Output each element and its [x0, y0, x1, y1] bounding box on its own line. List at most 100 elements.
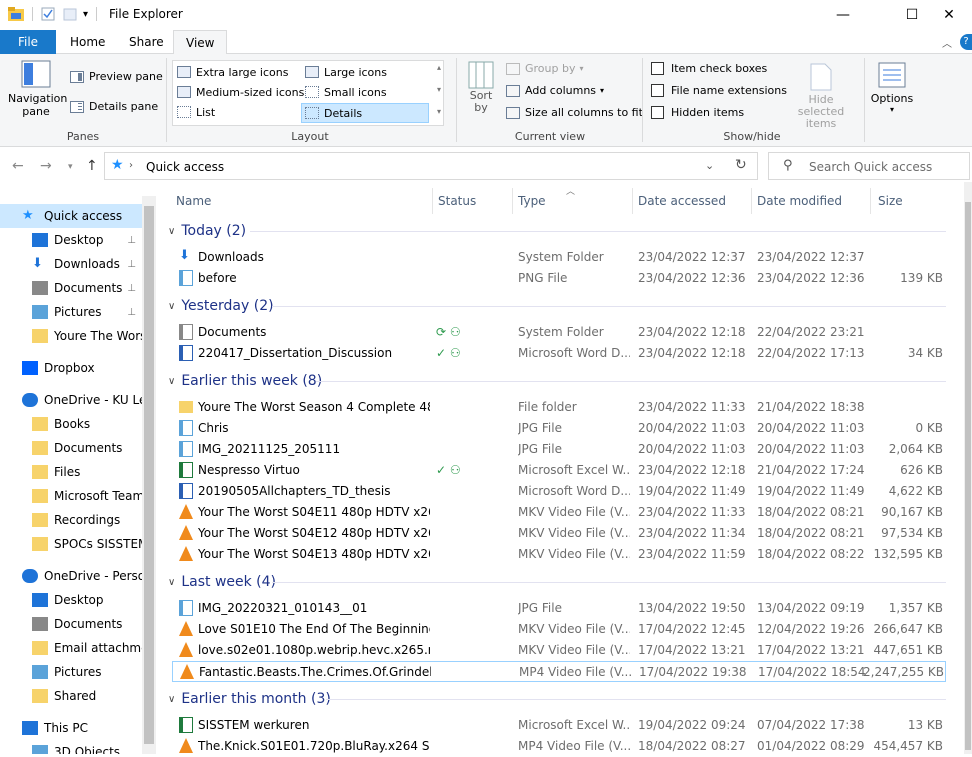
file-row[interactable]: ⬇ Downloads System Folder 23/04/2022 12:37 2…: [172, 247, 946, 268]
sidebar-scrollbar-thumb[interactable]: [144, 206, 154, 744]
sidebar-item[interactable]: OneDrive - KU Leu: [0, 388, 142, 412]
tab-file[interactable]: File: [0, 30, 56, 54]
group-header[interactable]: ∨ Earlier this week (8): [168, 370, 322, 392]
sidebar-item[interactable]: Email attachmer: [0, 636, 142, 660]
layout-small-icons[interactable]: Small icons: [305, 83, 429, 101]
sidebar-item[interactable]: ★ Quick access: [0, 204, 142, 228]
group-header[interactable]: ∨ Today (2): [168, 220, 246, 242]
sidebar-item[interactable]: 3D Objects: [0, 740, 142, 754]
details-pane-button[interactable]: Details pane: [70, 100, 158, 113]
sidebar-item[interactable]: Recordings: [0, 508, 142, 532]
hide-selected-items-button[interactable]: Hide selected items: [784, 62, 858, 130]
column-divider[interactable]: [870, 188, 871, 214]
sort-by-button[interactable]: Sort by: [466, 60, 496, 114]
options-button[interactable]: Options ▾: [870, 62, 914, 114]
back-arrow-icon[interactable]: ←: [12, 158, 24, 174]
pin-icon[interactable]: ⊥: [127, 283, 136, 294]
close-button[interactable]: ✕: [926, 0, 972, 30]
preview-pane-button[interactable]: Preview pane: [70, 70, 163, 83]
new-folder-icon[interactable]: [63, 7, 77, 21]
file-row[interactable]: Your The Worst S04E12 480p HDTV x264 MKV …: [172, 523, 946, 544]
column-header-status[interactable]: Status: [438, 194, 476, 208]
sidebar-item[interactable]: ⬇ Downloads ⊥: [0, 252, 142, 276]
sidebar-item[interactable]: Documents: [0, 612, 142, 636]
column-header-date-accessed[interactable]: Date accessed: [638, 194, 726, 208]
sidebar-item[interactable]: Shared: [0, 684, 142, 708]
file-row[interactable]: Love S01E10 The End Of The Beginning (1.…: [172, 619, 946, 640]
address-path[interactable]: Quick access: [146, 160, 224, 174]
sidebar-item[interactable]: SPOCs SISSTEM: [0, 532, 142, 556]
file-row[interactable]: IMG_20220321_010143__01 JPG File 13/04/202…: [172, 598, 946, 619]
group-header[interactable]: ∨ Last week (4): [168, 571, 276, 593]
help-icon[interactable]: ?: [960, 34, 972, 50]
file-list-scrollbar-thumb[interactable]: [965, 202, 971, 750]
file-row[interactable]: Documents ⟳ ⚇ System Folder 23/04/2022 12:1…: [172, 322, 946, 343]
refresh-icon[interactable]: ↻: [735, 157, 747, 173]
minimize-button[interactable]: —: [820, 0, 866, 30]
sidebar-item[interactable]: Desktop: [0, 588, 142, 612]
layout-list[interactable]: List: [177, 103, 301, 121]
sidebar-item[interactable]: Pictures ⊥: [0, 300, 142, 324]
file-name-extensions-toggle[interactable]: File name extensions: [651, 84, 787, 97]
file-row[interactable]: Your The Worst S04E11 480p HDTV x264 MKV …: [172, 502, 946, 523]
group-header[interactable]: ∨ Earlier this month (3): [168, 688, 331, 710]
collapse-group-chevron-icon[interactable]: ∨: [168, 376, 175, 387]
file-row[interactable]: love.s02e01.1080p.webrip.hevc.x265.rmte.…: [172, 640, 946, 661]
add-columns-button[interactable]: Add columns ▾: [506, 84, 604, 97]
file-row[interactable]: Your The Worst S04E13 480p HDTV x264 MKV …: [172, 544, 946, 565]
customize-toolbar-chevron-icon[interactable]: ▾: [83, 9, 88, 20]
file-name-extensions-checkbox[interactable]: [651, 84, 664, 97]
sidebar-item[interactable]: Pictures: [0, 660, 142, 684]
breadcrumb-separator-icon[interactable]: ›: [129, 160, 133, 171]
file-row[interactable]: before PNG File 23/04/2022 12:36 23/04/2022…: [172, 268, 946, 289]
tab-view[interactable]: View: [173, 30, 228, 55]
file-row[interactable]: 220417_Dissertation_Discussion ✓ ⚇ Microso…: [172, 343, 946, 364]
item-check-boxes-toggle[interactable]: Item check boxes: [651, 62, 767, 75]
item-check-boxes-checkbox[interactable]: [651, 62, 664, 75]
file-row[interactable]: Fantastic.Beasts.The.Crimes.Of.Grindelwa…: [172, 661, 946, 682]
hidden-items-checkbox[interactable]: [651, 106, 664, 119]
column-header-size[interactable]: Size: [878, 194, 903, 208]
address-bar[interactable]: ★ › Quick access ⌄ ↻: [104, 152, 758, 180]
column-header-date-modified[interactable]: Date modified: [757, 194, 842, 208]
file-row[interactable]: Chris JPG File 20/04/2022 11:03 20/04/2022 …: [172, 418, 946, 439]
collapse-group-chevron-icon[interactable]: ∨: [168, 694, 175, 705]
sidebar-item[interactable]: Books: [0, 412, 142, 436]
sidebar-item[interactable]: Microsoft Teams: [0, 484, 142, 508]
sidebar-item[interactable]: OneDrive - Persor: [0, 564, 142, 588]
address-dropdown-icon[interactable]: ⌄: [705, 159, 714, 172]
collapse-group-chevron-icon[interactable]: ∨: [168, 301, 175, 312]
file-row[interactable]: Nespresso Virtuo ✓ ⚇ Microsoft Excel W... 2…: [172, 460, 946, 481]
up-arrow-icon[interactable]: ↑: [86, 158, 98, 174]
recent-locations-chevron-icon[interactable]: ▾: [68, 162, 73, 172]
column-header-name[interactable]: Name: [176, 194, 211, 208]
sidebar-item[interactable]: Documents ⊥: [0, 276, 142, 300]
file-row[interactable]: Youre The Worst Season 4 Complete 480...…: [172, 397, 946, 418]
hidden-items-toggle[interactable]: Hidden items: [651, 106, 744, 119]
layout-large-icons[interactable]: Large icons: [305, 63, 429, 81]
collapse-group-chevron-icon[interactable]: ∨: [168, 577, 175, 588]
collapse-ribbon-icon[interactable]: ︿: [942, 35, 952, 50]
column-divider[interactable]: [751, 188, 752, 214]
tab-share[interactable]: Share: [117, 30, 176, 54]
collapse-group-chevron-icon[interactable]: ∨: [168, 226, 175, 237]
group-by-button[interactable]: Group by ▾: [506, 62, 584, 75]
file-row[interactable]: SISSTEM werkuren Microsoft Excel W... 19/0…: [172, 715, 946, 736]
sidebar-item[interactable]: Documents: [0, 436, 142, 460]
layout-more-icon[interactable]: ▾: [437, 107, 441, 116]
layout-scroll-down-icon[interactable]: ▾: [437, 85, 441, 94]
group-header[interactable]: ∨ Yesterday (2): [168, 295, 274, 317]
column-header-type[interactable]: Type: [518, 194, 546, 208]
properties-icon[interactable]: [41, 7, 55, 21]
layout-scroll-up-icon[interactable]: ▴: [437, 63, 441, 72]
column-divider[interactable]: [432, 188, 433, 214]
pin-icon[interactable]: ⊥: [127, 235, 136, 246]
pin-icon[interactable]: ⊥: [127, 307, 136, 318]
search-input[interactable]: Search Quick access: [809, 160, 932, 174]
column-divider[interactable]: [512, 188, 513, 214]
layout-medium-icons[interactable]: Medium-sized icons: [177, 83, 305, 101]
size-all-columns-button[interactable]: Size all columns to fit: [506, 106, 643, 119]
pin-icon[interactable]: ⊥: [127, 259, 136, 270]
sidebar-item[interactable]: Desktop ⊥: [0, 228, 142, 252]
sidebar-item[interactable]: Youre The Worst: [0, 324, 142, 348]
